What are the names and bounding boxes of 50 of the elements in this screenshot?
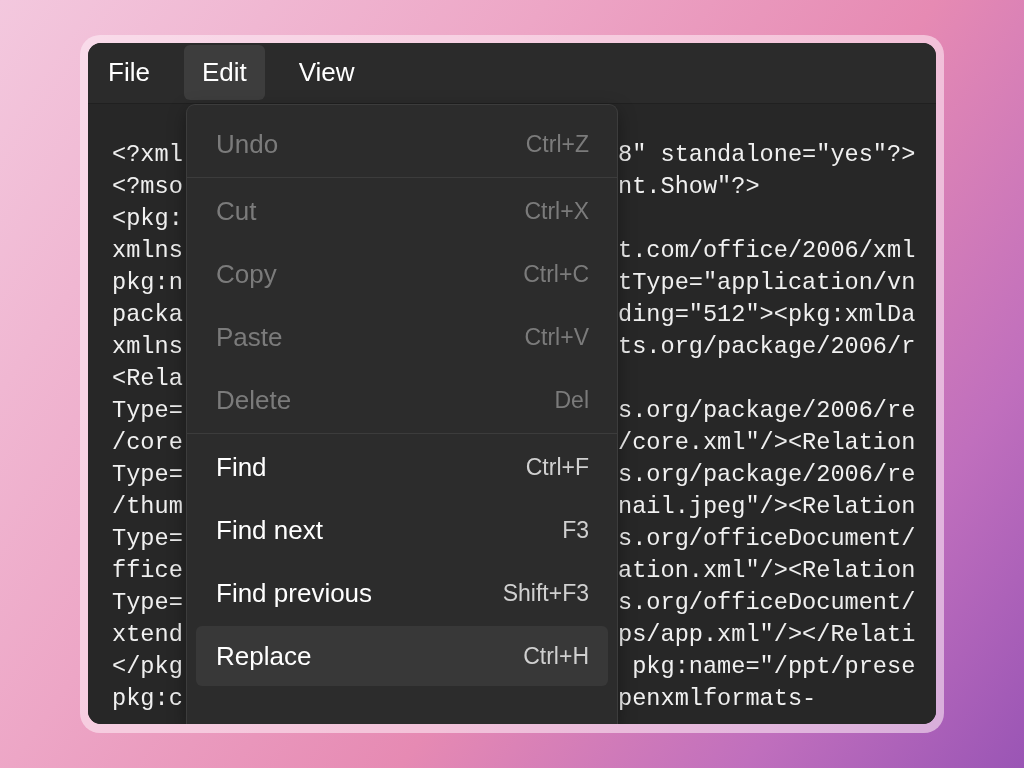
code-text: packa (112, 300, 183, 328)
shortcut-text: Ctrl+F (525, 453, 589, 481)
code-text: Type= (112, 460, 183, 488)
code-text: <?xml (112, 140, 183, 168)
code-text: s.org/officeDocument/ (618, 524, 916, 552)
code-text: nt.Show"?> (618, 172, 760, 200)
shortcut-text: F3 (562, 516, 589, 544)
code-text: s.org/officeDocument/ (618, 588, 916, 616)
code-text: Type= (112, 524, 183, 552)
code-text: /thum (112, 492, 183, 520)
code-text: s.org/package/2006/re (618, 396, 916, 424)
code-text: /core.xml"/><Relation (618, 428, 916, 456)
code-text: /core (112, 428, 183, 456)
code-text: xmlns (112, 236, 183, 264)
code-text: ation.xml"/><Relation (618, 556, 916, 584)
shortcut-text: Ctrl+H (523, 642, 589, 670)
code-text: pkg:name="/ppt/prese (631, 652, 916, 680)
code-text: <Rela (112, 364, 183, 392)
menu-button[interactable]: File (90, 45, 168, 100)
shortcut-text: Ctrl+C (523, 260, 589, 288)
code-text: pkg:c (112, 684, 183, 712)
shortcut-text: Ctrl+V (524, 323, 589, 351)
code-text: <pkg: (112, 204, 183, 232)
code-text: Type= (112, 588, 183, 616)
code-text: xmlns (112, 332, 183, 360)
code-text: xtend (112, 620, 183, 648)
shortcut-text: Ctrl+X (524, 197, 589, 225)
code-text: penxmlformats- (618, 684, 817, 712)
menu-item[interactable]: Find next F3 (196, 500, 608, 560)
shortcut-text: Ctrl+Z (525, 130, 589, 158)
code-text: 8" standalone="yes"?> (618, 140, 916, 168)
menu-item[interactable]: Replace Ctrl+H (196, 626, 608, 686)
code-text: pkg:n (112, 268, 183, 296)
code-text: ts.org/package/2006/r (618, 332, 916, 360)
code-text: tType="application/vn (618, 268, 916, 296)
code-text: </pkg (112, 652, 183, 680)
code-text: Type= (112, 396, 183, 424)
menu-button[interactable]: Edit (183, 45, 265, 100)
menu-button[interactable]: View (280, 45, 373, 100)
menu-item[interactable]: Find previous Shift+F3 (196, 563, 608, 623)
shortcut-text: Del (554, 386, 589, 414)
shortcut-text: Shift+F3 (502, 579, 589, 607)
code-text: ps/app.xml"/></Relati (618, 620, 916, 648)
menu-item[interactable]: Find Ctrl+F (196, 437, 608, 497)
code-text: s.org/package/2006/re (618, 460, 916, 488)
code-text: ding="512"><pkg:xmlDa (618, 300, 916, 328)
code-text: nail.jpeg"/><Relation (618, 492, 916, 520)
code-text: ffice (112, 556, 183, 584)
code-text: <?mso (112, 172, 183, 200)
code-text: t.com/office/2006/xml (618, 236, 916, 264)
